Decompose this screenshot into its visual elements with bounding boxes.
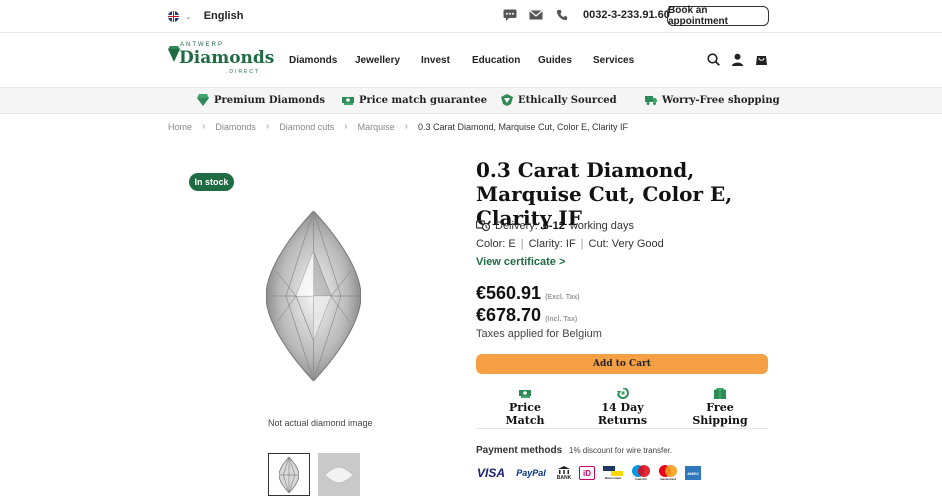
cart-icon[interactable] — [755, 53, 768, 66]
usp-price-match: Price match guarantee — [342, 94, 487, 106]
amex-logo: AMEX — [685, 466, 701, 480]
spec-clarity: Clarity: IF — [528, 238, 576, 250]
money-icon — [342, 97, 354, 105]
diamond-thumbnail-icon — [279, 456, 299, 493]
main-header: ANTWERP Diamonds .DIRECT Diamonds Jewell… — [0, 33, 942, 88]
truck-icon — [645, 96, 657, 105]
bank-logo: BANK — [556, 465, 572, 481]
delivery-days: 6-12 — [542, 219, 565, 232]
main-nav: Diamonds Jewellery Invest Education Guid… — [289, 55, 634, 66]
nav-item-services[interactable]: Services — [593, 55, 634, 66]
payment-discount-note: 1% discount for wire transfer. — [569, 446, 673, 455]
chevron-right-icon: › — [265, 121, 270, 132]
usp-premium: Premium Diamonds — [197, 94, 325, 106]
bancontact-logo: Bancontact — [602, 465, 624, 481]
perk-price-match: Price Match — [496, 388, 554, 427]
language-label: English — [203, 10, 244, 22]
chat-icon[interactable] — [503, 9, 517, 21]
nav-item-diamonds[interactable]: Diamonds — [289, 55, 355, 66]
breadcrumb-marquise[interactable]: Marquise — [358, 122, 395, 132]
diamond-image[interactable] — [266, 211, 361, 381]
usp-worry-free: Worry-Free shopping — [645, 94, 780, 106]
chevron-down-icon: ⌄ — [185, 11, 192, 21]
breadcrumb-current: 0.3 Carat Diamond, Marquise Cut, Color E… — [417, 121, 629, 132]
breadcrumb-home[interactable]: Home — [168, 122, 192, 132]
spec-cut: Cut: Very Good — [588, 238, 664, 250]
search-icon[interactable] — [707, 53, 720, 66]
delivery-info: Delivery: 6-12 working days — [476, 219, 634, 232]
perk-returns: 14 Day Returns — [586, 388, 659, 427]
nav-item-guides[interactable]: Guides — [538, 55, 593, 66]
book-appointment-button[interactable]: Book an appointment — [667, 5, 769, 27]
top-bar: ⌄ English 0032-3-233.91.60 Book an appoi… — [0, 0, 942, 33]
tax-note: Taxes applied for Belgium — [476, 328, 602, 340]
breadcrumb: Home › Diamonds › Diamond cuts › Marquis… — [168, 121, 628, 132]
nav-item-jewellery[interactable]: Jewellery — [355, 55, 421, 66]
visa-logo: VISA — [476, 466, 505, 480]
thumbnail-1[interactable] — [268, 453, 310, 496]
breadcrumb-diamonds[interactable]: Diamonds — [215, 122, 256, 132]
maestro-logo: maestro — [631, 465, 651, 481]
price-incl-tax: €678.70 (Incl. Tax) — [476, 305, 578, 325]
diamond-specs: Color: E | Clarity: IF | Cut: Very Good — [476, 238, 664, 250]
logo-main-text: Diamonds — [179, 48, 275, 68]
diamond-icon — [197, 94, 209, 106]
usp-bar: Premium Diamonds Price match guarantee E… — [0, 88, 942, 114]
returns-icon — [616, 388, 629, 399]
mastercard-logo: mastercard — [658, 465, 678, 481]
money-icon — [519, 390, 531, 398]
paypal-logo: PayPal — [516, 468, 546, 478]
divider — [476, 428, 768, 429]
ideal-logo: iD — [579, 466, 595, 480]
stock-badge: In stock — [189, 173, 234, 191]
nav-item-invest[interactable]: Invest — [421, 55, 472, 66]
payment-logos: VISA PayPal BANK iD Bancontact maestro m… — [476, 465, 701, 481]
chevron-right-icon: › — [202, 121, 206, 132]
image-caption: Not actual diamond image — [268, 418, 373, 428]
breadcrumb-diamond-cuts[interactable]: Diamond cuts — [279, 122, 334, 132]
uk-flag-icon — [168, 10, 179, 22]
add-to-cart-button[interactable]: Add to Cart — [476, 354, 768, 374]
phone-icon[interactable] — [555, 9, 569, 21]
diamond-side-thumbnail-icon — [325, 466, 353, 483]
usp-ethically-sourced: Ethically Sourced — [501, 94, 617, 106]
maestro-icon — [632, 465, 650, 477]
account-icon[interactable] — [731, 53, 744, 66]
price-excl-tax: €560.91 (Excl. Tax) — [476, 283, 580, 303]
phone-number[interactable]: 0032-3-233.91.60 — [583, 9, 670, 21]
payment-methods-title: Payment methods — [476, 445, 563, 456]
perk-free-shipping: Free Shipping — [685, 388, 755, 427]
bank-icon — [558, 465, 570, 474]
mail-icon[interactable] — [529, 9, 543, 21]
view-certificate-link[interactable]: View certificate > — [476, 256, 565, 268]
site-logo[interactable]: ANTWERP Diamonds .DIRECT — [168, 42, 274, 76]
mastercard-icon — [659, 465, 677, 477]
chevron-right-icon: › — [344, 121, 348, 132]
language-selector[interactable]: ⌄ English — [168, 10, 243, 22]
shield-diamond-icon — [501, 94, 513, 106]
nav-item-education[interactable]: Education — [472, 55, 538, 66]
delivery-icon — [476, 220, 490, 232]
thumbnail-2[interactable] — [318, 453, 360, 496]
package-icon — [714, 388, 726, 399]
logo-bottom-text: .DIRECT — [226, 69, 260, 75]
chevron-right-icon: › — [404, 121, 408, 132]
spec-color: Color: E — [476, 238, 516, 250]
bancontact-icon — [603, 466, 623, 476]
